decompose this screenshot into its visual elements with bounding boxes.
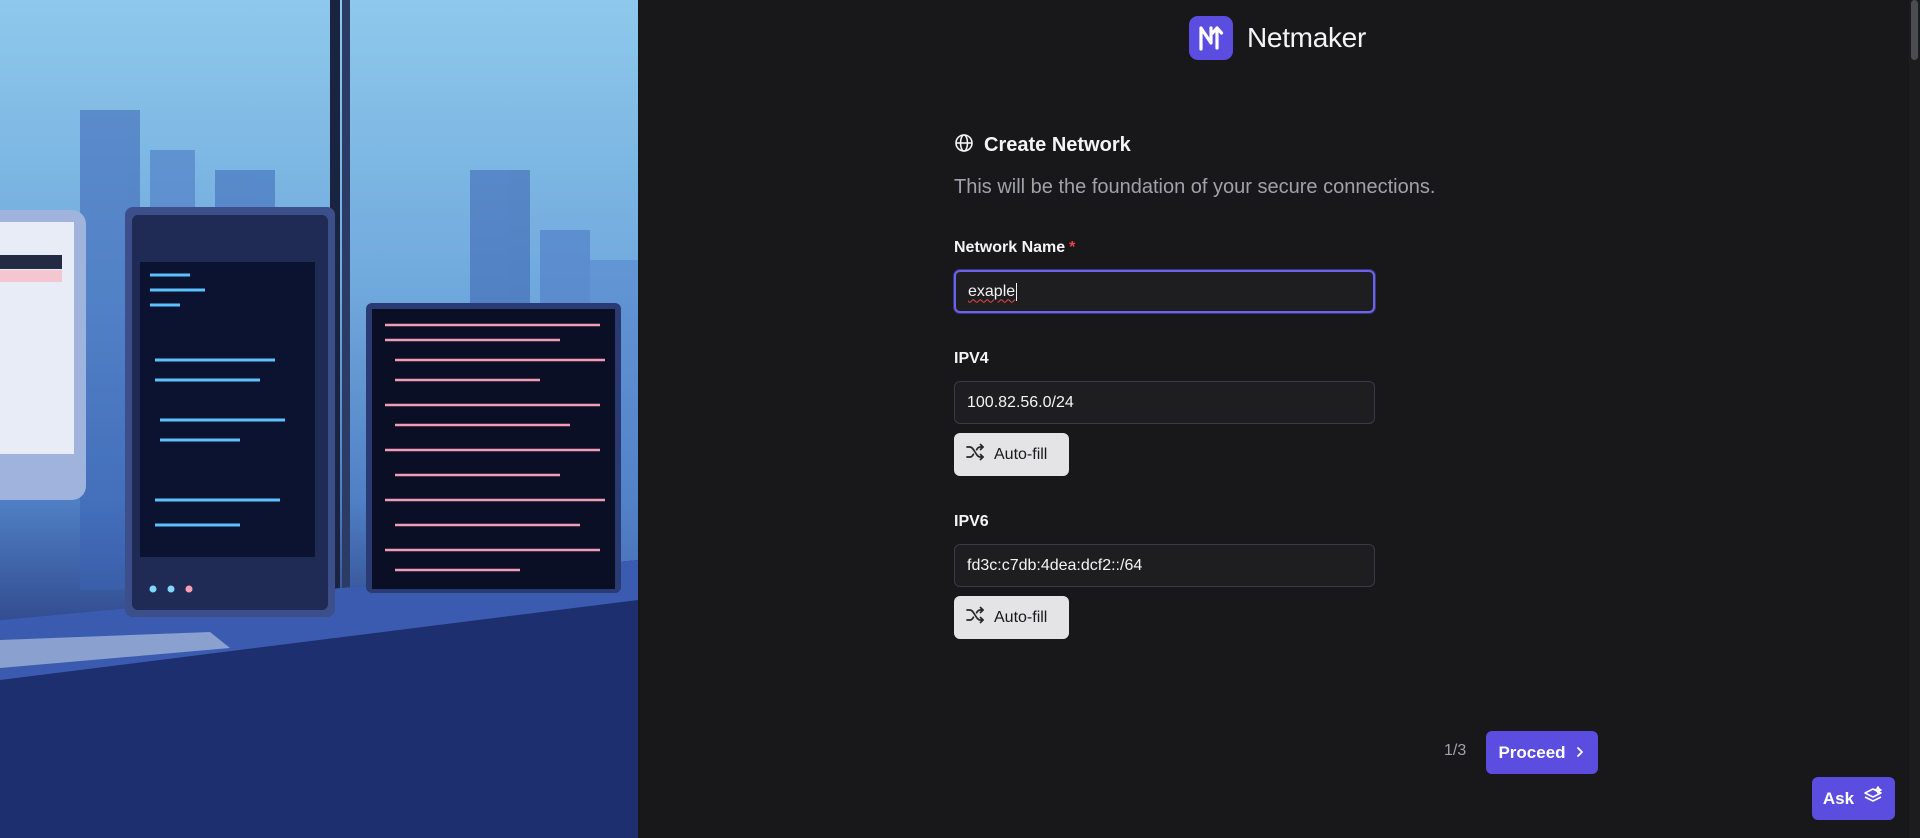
page-title: Create Network	[984, 134, 1131, 156]
ipv4-autofill-label: Auto-fill	[994, 445, 1048, 463]
page-subtitle: This will be the foundation of your secu…	[954, 176, 1436, 198]
network-name-value: exaple	[968, 282, 1016, 300]
workstation-illustration	[0, 0, 638, 838]
shuffle-icon	[966, 606, 984, 629]
netmaker-n-logo-icon	[1189, 16, 1233, 60]
network-name-label: Network Name *	[954, 239, 1075, 257]
hero-illustration	[0, 0, 638, 838]
ask-button[interactable]: Ask	[1812, 777, 1895, 820]
ipv4-value: 100.82.56.0/24	[967, 393, 1074, 411]
ipv4-autofill-button[interactable]: Auto-fill	[954, 433, 1069, 476]
ipv6-input[interactable]: fd3c:c7db:4dea:dcf2::/64	[954, 544, 1375, 587]
ask-label: Ask	[1822, 788, 1855, 808]
required-mark: *	[1069, 239, 1076, 256]
ipv4-input[interactable]: 100.82.56.0/24	[954, 381, 1375, 424]
network-name-label-text: Network Name	[954, 239, 1066, 256]
brand: Netmaker	[1189, 16, 1366, 60]
step-indicator: 1/3	[1444, 742, 1467, 759]
ipv4-label: IPV4	[954, 350, 989, 367]
ipv6-autofill-button[interactable]: Auto-fill	[954, 596, 1069, 639]
brand-name: Netmaker	[1247, 22, 1366, 53]
scrollbar[interactable]	[1909, 0, 1920, 838]
text-caret	[1016, 282, 1018, 301]
proceed-button[interactable]: Proceed	[1486, 731, 1598, 774]
ipv6-label: IPV6	[954, 513, 989, 530]
chevron-right-icon	[1574, 743, 1586, 763]
network-name-input[interactable]: exaple	[954, 270, 1375, 313]
proceed-label: Proceed	[1498, 742, 1566, 762]
ipv6-autofill-label: Auto-fill	[994, 608, 1048, 626]
form-header: Create Network	[954, 133, 1131, 158]
shuffle-icon	[966, 443, 984, 466]
globe-icon	[954, 133, 974, 158]
scrollbar-thumb[interactable]	[1911, 0, 1918, 60]
ipv6-value: fd3c:c7db:4dea:dcf2::/64	[967, 556, 1143, 574]
ask-ai-icon	[1862, 785, 1884, 812]
